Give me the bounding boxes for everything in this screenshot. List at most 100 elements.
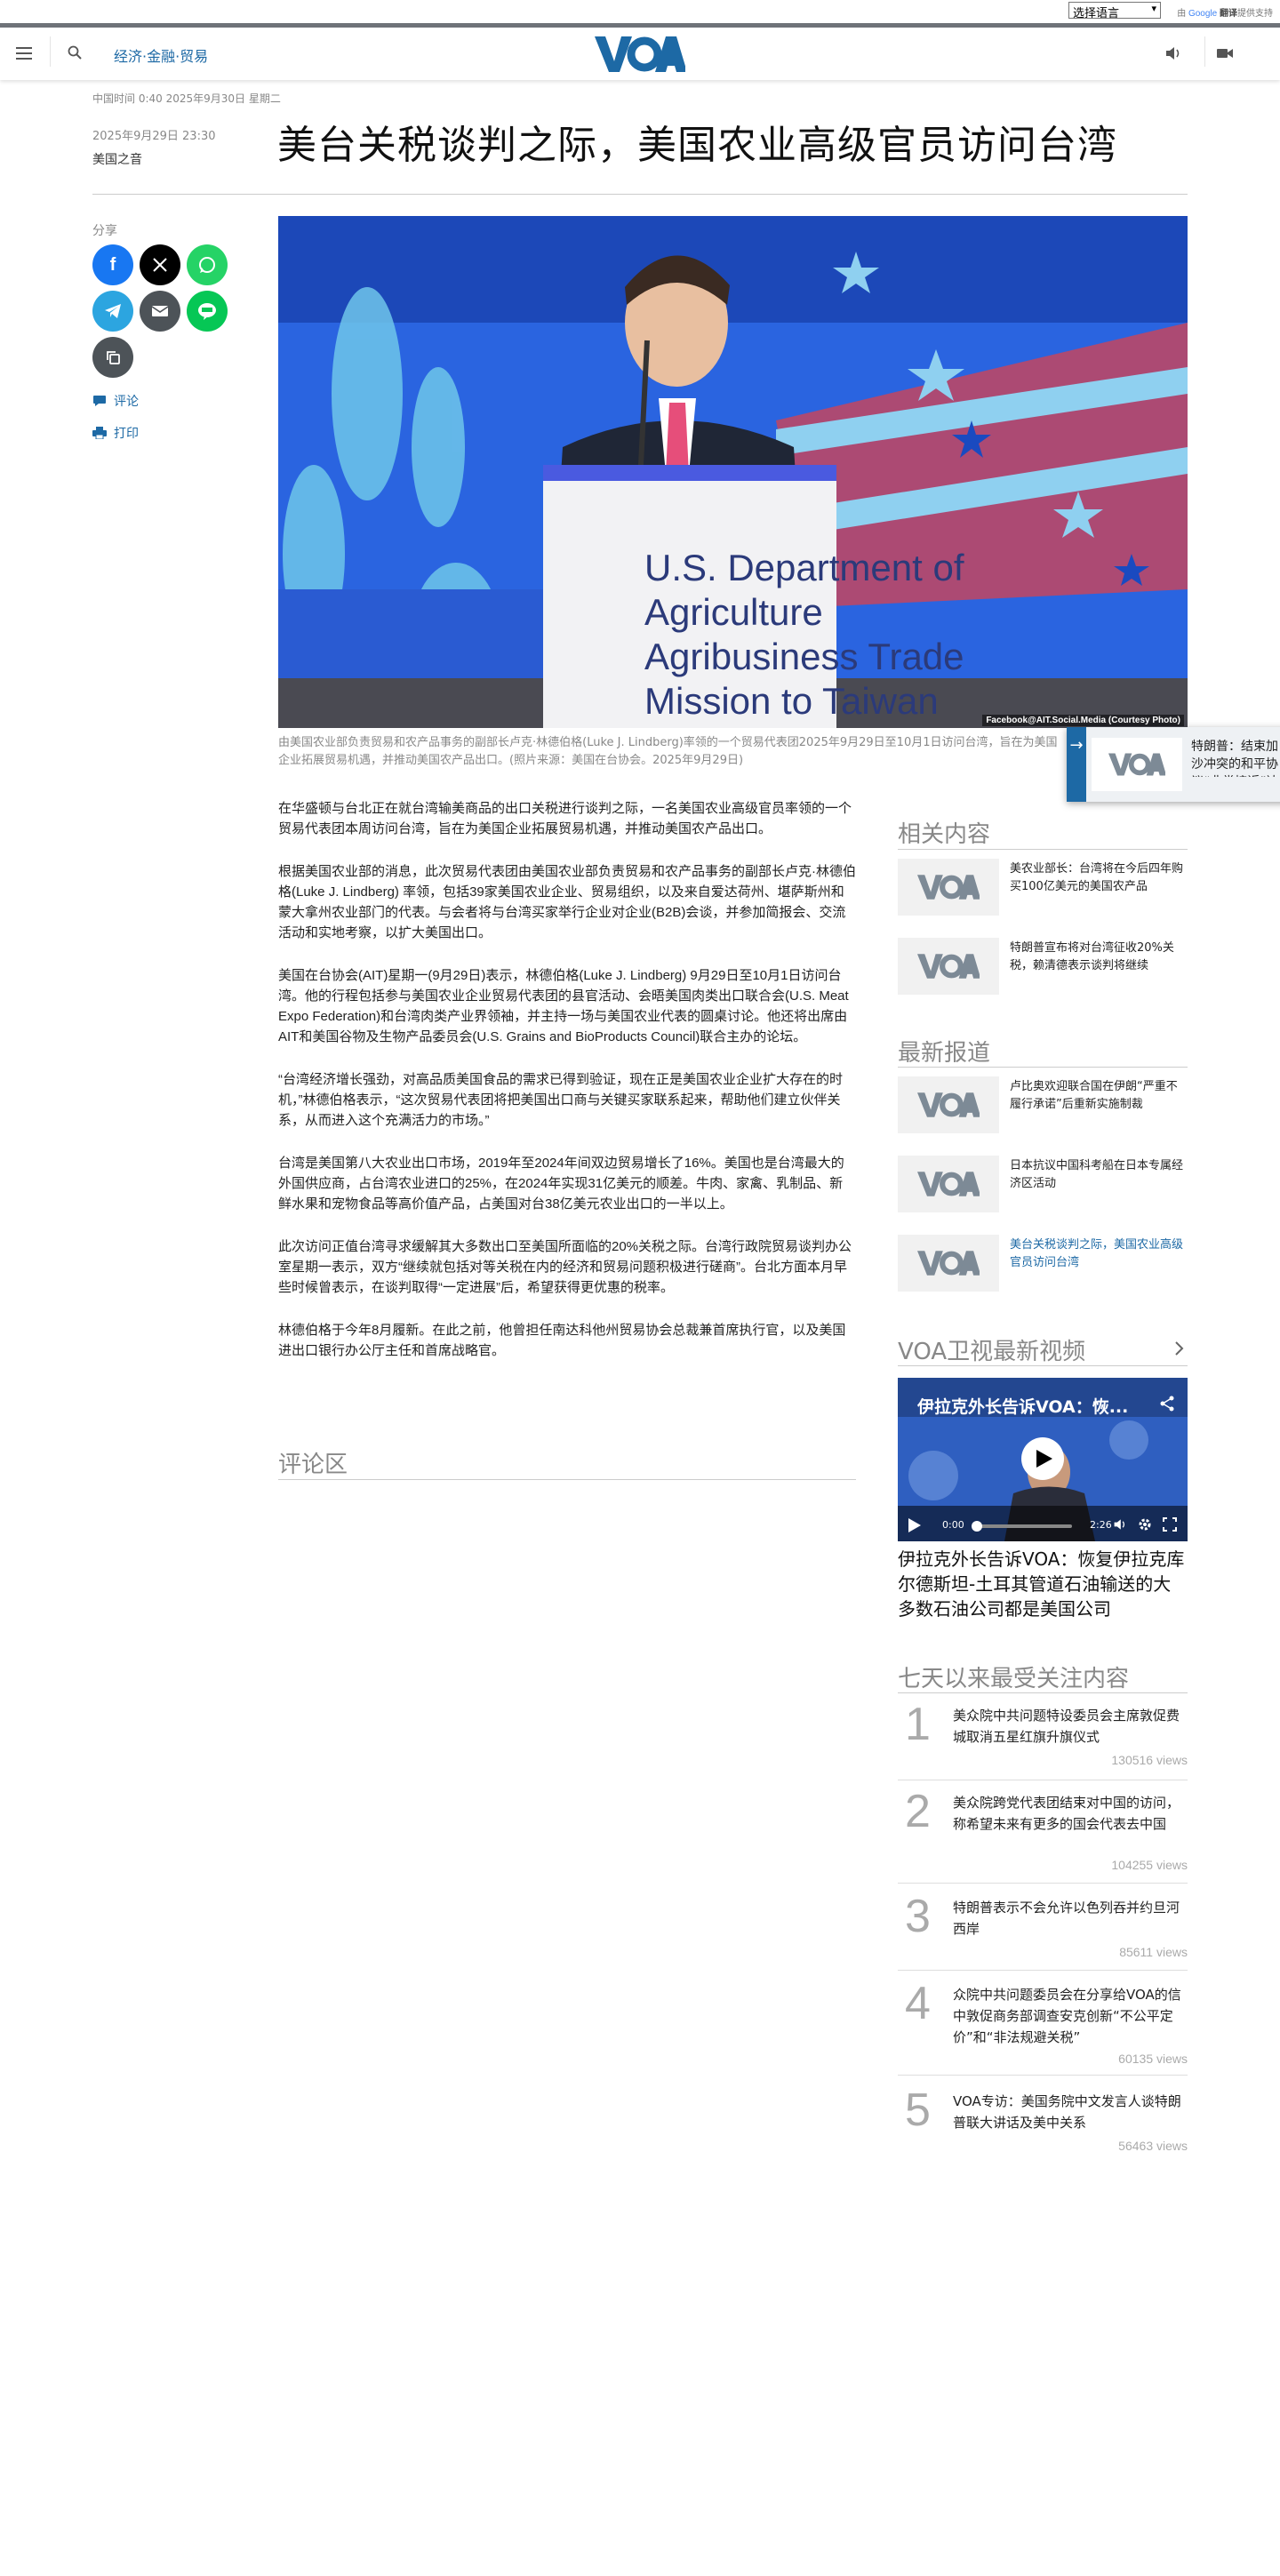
divider	[898, 1970, 1188, 1971]
video-player[interactable]: 伊拉克外长告诉VOA：恢... 0:00 2:26	[898, 1378, 1188, 1541]
related-item[interactable]: 特朗普宣布将对台湾征收20%关税，赖清德表示谈判将继续	[898, 938, 1188, 996]
search-icon[interactable]	[68, 45, 82, 60]
latest-title: 最新报道	[898, 1040, 991, 1067]
popular-item[interactable]: 1 美众院中共问题特设委员会主席敦促费城取消五星红旗升旗仪式 130516 vi…	[898, 1700, 1188, 1785]
settings-gear-icon[interactable]	[1138, 1517, 1152, 1532]
photo-caption: 由美国农业部负责贸易和农产品事务的副部长卢克·林德伯格(Luke J. Lind…	[278, 736, 1058, 767]
share-icon[interactable]	[1159, 1396, 1175, 1412]
popular-title: 七天以来最受关注内容	[898, 1666, 1130, 1692]
powered-by-label: 由	[1177, 9, 1187, 19]
article-body: 在华盛顿与台北正在就台湾输美商品的出口关税进行谈判之际，一名美国农业高级官员率领…	[278, 798, 856, 1383]
paragraph: 台湾是美国第八大农业出口市场，2019年至2024年间双边贸易增长了16%。美国…	[278, 1156, 844, 1212]
x-share-button[interactable]	[140, 244, 180, 285]
floating-story-title[interactable]: 特朗普：结束加沙冲突的和平协议“非常接近”达成	[1191, 738, 1280, 777]
arrow-right-icon[interactable]: →	[1067, 727, 1086, 802]
popular-item[interactable]: 5 VOA专访：美国务院中文发言人谈特朗普联大讲话及美中关系 56463 vie…	[898, 2085, 1188, 2165]
header-divider	[1204, 36, 1205, 67]
section-link[interactable]: 经济·金融·贸易	[114, 44, 208, 66]
view-count: 104255 views	[1111, 1858, 1188, 1872]
popular-item-title[interactable]: 特朗普表示不会允许以色列吞并约旦河西岸	[953, 1897, 1188, 1940]
hero-image: U.S. Department of Agriculture Agribusin…	[278, 216, 1188, 728]
telegram-icon	[105, 304, 121, 318]
comment-link-label: 评论	[114, 395, 139, 409]
divider	[278, 1479, 856, 1480]
copy-icon	[107, 351, 120, 364]
voa-logo-icon	[917, 1172, 980, 1196]
popular-item-title[interactable]: 美众院跨党代表团结束对中国的访问，称希望未来有更多的国会代表去中国	[953, 1792, 1188, 1835]
site-header: 经济·金融·贸易	[0, 23, 1280, 80]
divider	[898, 1883, 1188, 1884]
volume-icon[interactable]	[1113, 1517, 1127, 1532]
voa-logo-icon	[1108, 753, 1165, 776]
paragraph: 美国在台协会(AIT)星期一(9月29日)表示，林德伯格(Luke J. Lin…	[278, 968, 849, 1044]
video-camera-icon[interactable]	[1216, 45, 1234, 61]
whatsapp-share-button[interactable]	[187, 244, 228, 285]
divider	[92, 194, 1188, 195]
video-section-title[interactable]: VOA卫视最新视频	[898, 1333, 1085, 1366]
line-icon	[198, 303, 216, 320]
popular-item-title[interactable]: 众院中共问题委员会在分享给VOA的信中敦促商务部调查安克创新“不公平定价”和“非…	[953, 1984, 1188, 2048]
header-divider	[50, 36, 51, 67]
video-title[interactable]: 伊拉克外长告诉VOA：恢复伊拉克库尔德斯坦-土耳其管道石油输送的大多数石油公司都…	[898, 1547, 1188, 1621]
email-icon	[151, 306, 169, 316]
view-count: 60135 views	[1118, 2052, 1188, 2066]
speaker-icon[interactable]	[1164, 44, 1182, 62]
view-count: 130516 views	[1111, 1753, 1188, 1767]
story-thumbnail	[898, 938, 999, 995]
comment-link[interactable]: 评论	[92, 392, 139, 410]
latest-item[interactable]: 日本抗议中国科考船在日本专属经济区活动	[898, 1156, 1188, 1214]
latest-item-title[interactable]: 日本抗议中国科考船在日本专属经济区活动	[1010, 1157, 1188, 1193]
comment-icon	[93, 396, 106, 406]
telegram-share-button[interactable]	[92, 291, 133, 332]
popular-item[interactable]: 3 特朗普表示不会允许以色列吞并约旦河西岸 85611 views	[898, 1892, 1188, 1972]
popular-rank: 1	[905, 1699, 931, 1750]
related-item[interactable]: 美农业部长：台湾将在今后四年购买100亿美元的美国农产品	[898, 859, 1188, 917]
language-select[interactable]: 选择语言	[1068, 2, 1161, 20]
related-item-title[interactable]: 美农业部长：台湾将在今后四年购买100亿美元的美国农产品	[1010, 860, 1188, 896]
hero-photo: U.S. Department of Agriculture Agribusin…	[278, 216, 1188, 728]
story-thumbnail	[898, 1156, 999, 1212]
facebook-share-button[interactable]: f	[92, 244, 133, 285]
hero-podium-line-3: Agribusiness Trade	[644, 636, 964, 677]
play-small-icon[interactable]	[908, 1518, 921, 1532]
play-button[interactable]	[1021, 1437, 1064, 1480]
popular-item-title[interactable]: VOA专访：美国务院中文发言人谈特朗普联大讲话及美中关系	[953, 2091, 1188, 2133]
author[interactable]: 美国之音	[92, 150, 142, 168]
print-link[interactable]: 打印	[92, 424, 139, 442]
hero-podium-line-4: Mission to Taiwan	[644, 680, 939, 722]
paragraph: 根据美国农业部的消息，此次贸易代表团由美国农业部负责贸易和农产品事务的副部长卢克…	[278, 864, 856, 940]
divider	[898, 2075, 1188, 2076]
google-label: Google	[1188, 9, 1218, 19]
latest-item-current[interactable]: 美台关税谈判之际，美国农业高级官员访问台湾	[898, 1235, 1188, 1293]
menu-icon[interactable]	[16, 47, 32, 60]
popular-rank: 2	[905, 1786, 931, 1837]
voa-logo-icon	[917, 954, 980, 979]
floating-story-card[interactable]: → 特朗普：结束加沙冲突的和平协议“非常接近”达成	[1067, 727, 1280, 802]
translate-bar: 选择语言 由 Google 翻译提供支持	[0, 0, 1280, 23]
popular-rank: 3	[905, 1891, 931, 1942]
video-scrubber[interactable]	[972, 1521, 982, 1532]
video-time-total: 2:26	[1090, 1519, 1112, 1531]
story-thumbnail	[898, 1235, 999, 1292]
popular-item[interactable]: 2 美众院跨党代表团结束对中国的访问，称希望未来有更多的国会代表去中国 1042…	[898, 1786, 1188, 1884]
copy-link-button[interactable]	[92, 337, 133, 378]
latest-item-title[interactable]: 美台关税谈判之际，美国农业高级官员访问台湾	[1010, 1236, 1188, 1272]
paragraph: 此次访问正值台湾寻求缓解其大多数出口至美国所面临的20%关税之际。台湾行政院贸易…	[278, 1239, 852, 1295]
line-share-button[interactable]	[187, 291, 228, 332]
popular-item-title[interactable]: 美众院中共问题特设委员会主席敦促费城取消五星红旗升旗仪式	[953, 1705, 1188, 1748]
story-thumbnail	[898, 859, 999, 916]
video-progress-bar[interactable]	[972, 1521, 1072, 1532]
view-count: 56463 views	[1118, 2139, 1188, 2153]
related-item-title[interactable]: 特朗普宣布将对台湾征收20%关税，赖清德表示谈判将继续	[1010, 940, 1188, 975]
email-share-button[interactable]	[140, 291, 180, 332]
chevron-right-icon[interactable]	[1173, 1340, 1184, 1356]
facebook-icon: f	[109, 254, 116, 275]
paragraph: “台湾经济增长强劲，对高品质美国食品的需求已得到验证，现在正是美国农业企业扩大存…	[278, 1072, 843, 1128]
related-title: 相关内容	[898, 821, 991, 848]
fullscreen-icon[interactable]	[1163, 1517, 1177, 1532]
latest-item-title[interactable]: 卢比奥欢迎联合国在伊朗“严重不履行承诺”后重新实施制裁	[1010, 1078, 1188, 1114]
popular-item[interactable]: 4 众院中共问题委员会在分享给VOA的信中敦促商务部调查安克创新“不公平定价”和…	[898, 1979, 1188, 2076]
voa-logo[interactable]	[595, 36, 685, 72]
story-thumbnail	[1092, 738, 1182, 791]
latest-item[interactable]: 卢比奥欢迎联合国在伊朗“严重不履行承诺”后重新实施制裁	[898, 1076, 1188, 1135]
